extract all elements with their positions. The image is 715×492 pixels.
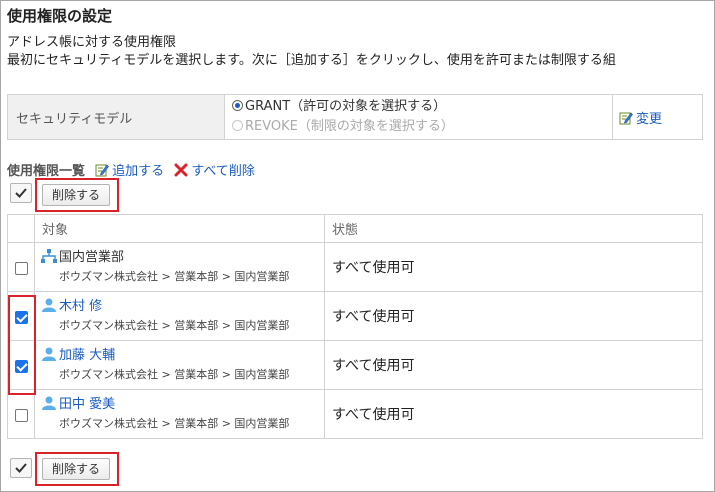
target-cell: 加藤 大輔 ボウズマン株式会社 > 営業本部 > 国内営業部 [34, 340, 325, 390]
revoke-option[interactable]: REVOKE（制限の対象を選択する） [232, 117, 612, 137]
target-name-link[interactable]: 田中 愛美 [59, 397, 115, 412]
security-model-label: セキュリティモデル [7, 94, 225, 140]
checkmark-icon [15, 463, 27, 473]
table-row: 国内営業部 ボウズマン株式会社 > 営業本部 > 国内営業部 すべて使用可 [7, 242, 703, 292]
target-name-line: 木村 修 [41, 298, 324, 315]
pencil-notepad-icon [619, 112, 633, 124]
target-cell: 国内営業部 ボウズマン株式会社 > 営業本部 > 国内営業部 [34, 242, 325, 292]
row-checkbox[interactable] [14, 359, 28, 373]
org-tree-icon [41, 249, 57, 263]
instruction-text: 最初にセキュリティモデルを選択します。次に［追加する］をクリックし、使用を許可ま… [7, 53, 616, 68]
check-all-button-top[interactable] [10, 183, 32, 203]
permission-list-toolbar: 使用権限一覧 追加する すべて削除 [7, 160, 255, 179]
user-icon [42, 347, 56, 361]
delete-button-top[interactable]: 削除する [42, 184, 110, 206]
red-x-icon [174, 163, 188, 177]
page-subtitle: アドレス帳に対する使用権限 [7, 35, 177, 50]
status-cell: すべて使用可 [324, 389, 703, 439]
status-cell: すべて使用可 [324, 242, 703, 292]
user-icon [42, 298, 56, 312]
status-cell: すべて使用可 [324, 340, 703, 390]
target-cell: 木村 修 ボウズマン株式会社 > 営業本部 > 国内営業部 [34, 291, 325, 341]
grant-option[interactable]: GRANT（許可の対象を選択する） [232, 97, 612, 117]
target-path: ボウズマン株式会社 > 営業本部 > 国内営業部 [59, 319, 290, 332]
permission-list-heading: 使用権限一覧 [7, 164, 86, 179]
delete-button-bottom[interactable]: 削除する [42, 458, 110, 480]
revoke-option-label: REVOKE（制限の対象を選択する） [245, 119, 454, 134]
radio-selected-icon[interactable] [232, 100, 243, 111]
header-checkbox-cell [7, 214, 35, 243]
target-name-line: 加藤 大輔 [41, 347, 324, 364]
header-target: 対象 [34, 214, 325, 243]
page-title: 使用権限の設定 [7, 7, 113, 25]
security-model-table: セキュリティモデル GRANT（許可の対象を選択する） REVOKE（制限の対象… [7, 94, 703, 140]
target-path: ボウズマン株式会社 > 営業本部 > 国内営業部 [59, 417, 290, 430]
delete-all-link[interactable]: すべて削除 [174, 163, 255, 179]
row-checkbox-cell [7, 389, 35, 439]
target-name-line: 田中 愛美 [41, 396, 324, 413]
check-all-button-bottom[interactable] [10, 458, 32, 478]
row-checkbox-cell [7, 242, 35, 292]
table-row: 田中 愛美 ボウズマン株式会社 > 営業本部 > 国内営業部 すべて使用可 [7, 389, 703, 439]
security-model-options: GRANT（許可の対象を選択する） REVOKE（制限の対象を選択する） [224, 94, 613, 140]
add-link-label: 追加する [112, 164, 165, 179]
header-status: 状態 [324, 214, 703, 243]
add-link[interactable]: 追加する [95, 164, 164, 179]
user-icon [42, 396, 56, 410]
checkmark-icon [15, 188, 27, 198]
change-link[interactable]: 変更 [619, 112, 662, 127]
row-checkbox[interactable] [14, 261, 28, 275]
target-name-link[interactable]: 木村 修 [59, 299, 102, 314]
table-row: 木村 修 ボウズマン株式会社 > 営業本部 > 国内営業部 すべて使用可 [7, 291, 703, 341]
target-name-line: 国内営業部 [41, 249, 324, 266]
target-cell: 田中 愛美 ボウズマン株式会社 > 営業本部 > 国内営業部 [34, 389, 325, 439]
row-checkbox[interactable] [14, 310, 28, 324]
radio-disabled-icon[interactable] [232, 120, 243, 131]
change-cell: 変更 [612, 94, 703, 140]
change-link-label: 変更 [636, 111, 663, 127]
row-checkbox[interactable] [14, 408, 28, 422]
permission-table: 対象 状態 国内営業部 ボウズマン株式会社 > 営業本部 > 国内営業部 すべて… [7, 214, 703, 439]
target-path: ボウズマン株式会社 > 営業本部 > 国内営業部 [59, 368, 290, 381]
table-header-row: 対象 状態 [7, 214, 703, 243]
row-checkbox-cell [7, 291, 35, 341]
status-cell: すべて使用可 [324, 291, 703, 341]
pencil-notepad-icon [95, 164, 110, 177]
target-name: 国内営業部 [59, 250, 125, 265]
target-path: ボウズマン株式会社 > 営業本部 > 国内営業部 [59, 270, 290, 283]
delete-all-label: すべて削除 [191, 164, 255, 179]
target-name-link[interactable]: 加藤 大輔 [59, 348, 115, 363]
row-checkbox-cell [7, 340, 35, 390]
grant-option-label: GRANT（許可の対象を選択する） [245, 99, 447, 114]
table-row: 加藤 大輔 ボウズマン株式会社 > 営業本部 > 国内営業部 すべて使用可 [7, 340, 703, 390]
